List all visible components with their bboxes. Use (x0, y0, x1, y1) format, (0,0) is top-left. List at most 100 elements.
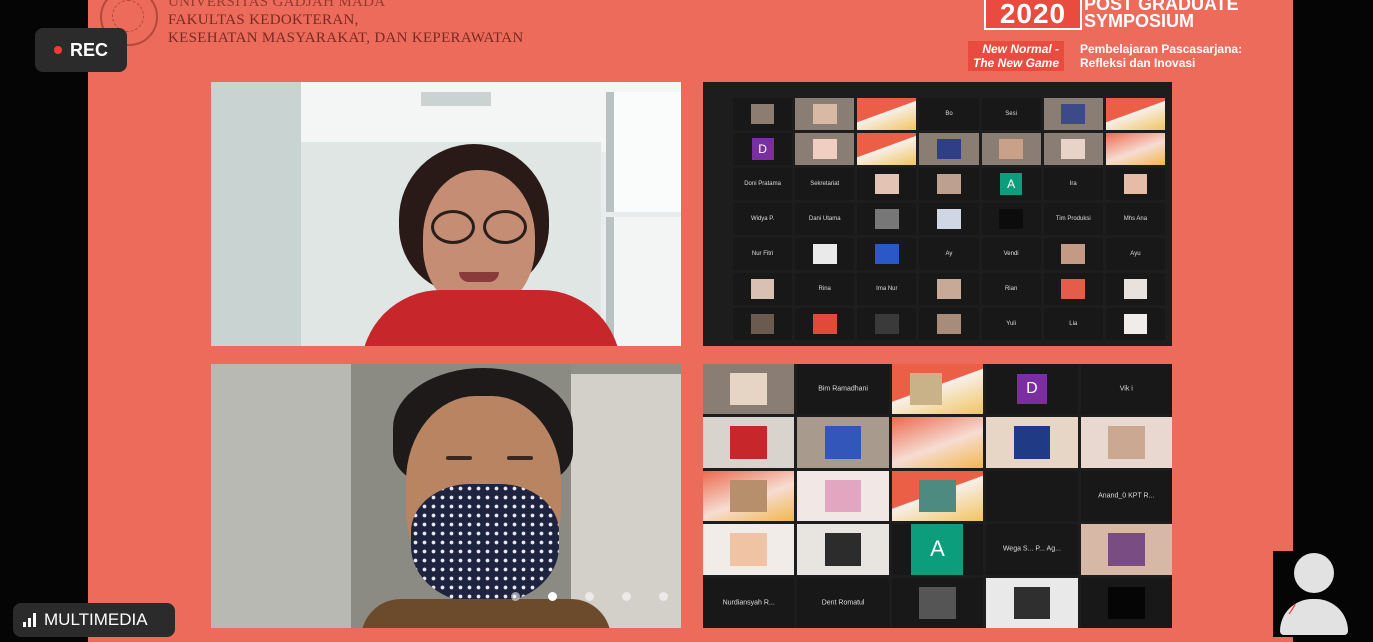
participant-tile[interactable] (1105, 133, 1165, 165)
participant-tile[interactable]: Widya P. (733, 203, 793, 235)
participant-tile[interactable] (1080, 577, 1172, 628)
participant-tile[interactable]: Dent Romatul (797, 577, 889, 628)
participant-tile[interactable]: Vik i (1080, 364, 1172, 415)
participant-tile[interactable] (1105, 273, 1165, 305)
participant-tile[interactable] (1080, 417, 1172, 468)
speaker-shirt (361, 599, 611, 628)
participant-tile[interactable] (857, 133, 917, 165)
participant-tile[interactable] (891, 577, 984, 628)
participant-tile[interactable] (1105, 308, 1165, 340)
participant-tile[interactable]: Nur Fitri (733, 238, 793, 270)
participant-tile[interactable] (1043, 273, 1103, 305)
university-name: UNIVERSITAS GADJAH MADA (168, 0, 386, 10)
participant-tile[interactable]: D (986, 364, 1078, 415)
participant-tile[interactable]: Bim Ramadhani (797, 364, 889, 415)
participant-tile[interactable] (795, 98, 855, 130)
university-header: UNIVERSITAS GADJAH MADA FAKULTAS KEDOKTE… (168, 0, 524, 47)
page-dot-active[interactable] (548, 592, 557, 601)
participant-name: Nurdiansyah R... (722, 599, 775, 607)
participant-tile[interactable]: Nurdiansyah R... (703, 577, 795, 628)
participant-tile[interactable] (891, 470, 984, 522)
recording-indicator[interactable]: REC (35, 28, 127, 72)
participant-tile[interactable]: A (891, 524, 984, 575)
participant-tile[interactable] (919, 308, 979, 340)
participant-tile[interactable] (1043, 238, 1103, 270)
participant-name: Yuli (1006, 321, 1016, 327)
participant-tile[interactable]: Ayu (1105, 238, 1165, 270)
gallery-panel-top[interactable]: Bo Sesi D Doni Pratama Sekretariat A Ira… (703, 82, 1172, 346)
participant-name: Widya P. (750, 216, 775, 222)
participant-grid-top: Bo Sesi D Doni Pratama Sekretariat A Ira… (733, 98, 1165, 340)
participant-tile[interactable] (857, 238, 917, 270)
participant-tile[interactable] (919, 168, 979, 200)
participant-tile[interactable] (857, 203, 917, 235)
page-dot[interactable] (585, 592, 594, 601)
participant-grid-bottom: Bim Ramadhani D Vik i Anand_0 KPT R... A… (703, 364, 1172, 628)
participant-tile[interactable]: Lia (1043, 308, 1103, 340)
participant-tile[interactable]: Ira (1043, 168, 1103, 200)
participant-tile[interactable] (1043, 98, 1103, 130)
participant-tile[interactable]: Vendi (981, 238, 1041, 270)
participant-tile[interactable] (733, 98, 793, 130)
participant-tile[interactable] (1043, 133, 1103, 165)
participant-tile[interactable] (986, 470, 1078, 522)
participant-tile[interactable] (797, 524, 889, 575)
participant-tile[interactable] (703, 470, 795, 522)
page-indicator[interactable] (511, 592, 668, 601)
network-badge[interactable]: MULTIMEDIA (13, 603, 175, 637)
participant-tile[interactable]: Ay (919, 238, 979, 270)
page-dot[interactable] (622, 592, 631, 601)
participant-tile[interactable] (797, 417, 889, 468)
participant-tile[interactable]: Bo (919, 98, 979, 130)
participant-tile[interactable] (1105, 168, 1165, 200)
participant-tile[interactable] (919, 273, 979, 305)
participant-tile[interactable]: Rina (795, 273, 855, 305)
participant-tile[interactable] (703, 417, 795, 468)
participant-tile[interactable]: Sekretariat (795, 168, 855, 200)
participant-tile[interactable]: Tim Produksi (1043, 203, 1103, 235)
window-lower (606, 217, 681, 346)
page-dot[interactable] (659, 592, 668, 601)
participant-tile[interactable]: D (733, 133, 793, 165)
participant-tile[interactable]: Dani Utama (795, 203, 855, 235)
participant-tile[interactable]: Anand_0 KPT R... (1080, 470, 1172, 522)
video-panel-speaker-2[interactable] (211, 364, 681, 628)
participant-tile[interactable]: Rian (981, 273, 1041, 305)
video-panel-speaker-1[interactable] (211, 82, 681, 346)
participant-name: Bim Ramadhani (818, 385, 868, 393)
participant-name: Ira (1069, 181, 1077, 187)
participant-tile[interactable]: Mhs Ana (1105, 203, 1165, 235)
participant-tile[interactable] (981, 133, 1041, 165)
participant-tile[interactable]: A (981, 168, 1041, 200)
participant-tile[interactable] (857, 308, 917, 340)
page-dot[interactable] (511, 592, 520, 601)
participant-tile[interactable]: Doni Pratama (733, 168, 793, 200)
gallery-panel-bottom[interactable]: Bim Ramadhani D Vik i Anand_0 KPT R... A… (703, 364, 1172, 628)
participant-name: Ay (945, 251, 953, 257)
participant-tile[interactable] (891, 364, 984, 415)
participant-tile[interactable] (733, 308, 793, 340)
participant-tile[interactable] (986, 417, 1078, 468)
participant-tile[interactable] (797, 470, 889, 522)
participant-tile[interactable]: Ima Nur (857, 273, 917, 305)
participant-tile[interactable] (1080, 524, 1172, 575)
participant-tile[interactable] (795, 238, 855, 270)
participant-tile[interactable] (857, 98, 917, 130)
participant-tile[interactable] (919, 133, 979, 165)
participant-tile[interactable] (795, 308, 855, 340)
participant-tile[interactable]: Sesi (981, 98, 1041, 130)
participant-tile[interactable]: Wega S... P... Ag... (986, 524, 1078, 575)
participant-tile[interactable] (891, 417, 984, 468)
participant-tile[interactable] (919, 203, 979, 235)
participant-tile[interactable]: Yuli (981, 308, 1041, 340)
participant-tile[interactable] (1105, 98, 1165, 130)
participant-tile[interactable] (703, 364, 795, 415)
participant-tile[interactable] (795, 133, 855, 165)
face-mask (411, 484, 559, 604)
participant-tile[interactable] (733, 273, 793, 305)
participant-tile[interactable] (986, 577, 1078, 628)
participant-tile[interactable] (703, 524, 795, 575)
user-avatar[interactable] (1273, 551, 1353, 637)
participant-tile[interactable] (981, 203, 1041, 235)
participant-tile[interactable] (857, 168, 917, 200)
